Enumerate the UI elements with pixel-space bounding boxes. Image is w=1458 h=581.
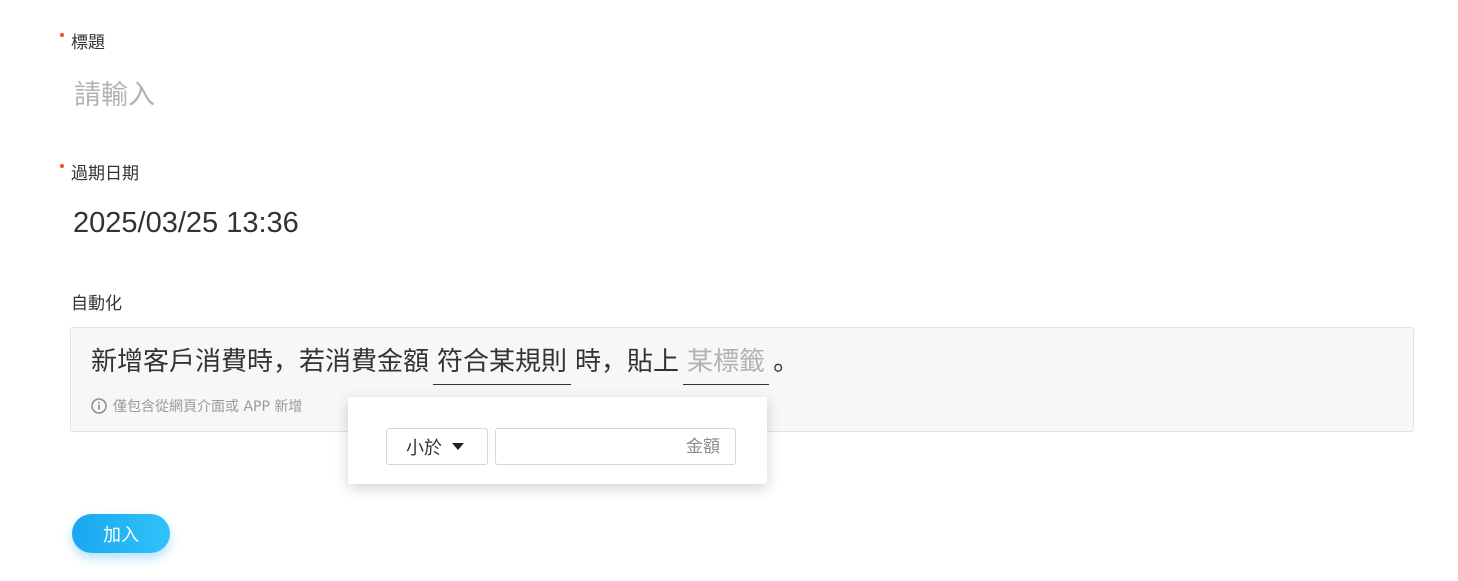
automation-sentence: 新增客戶消費時，若消費金額 符合某規則 時，貼上 某標籤。 (91, 346, 799, 385)
expiry-date-field[interactable]: 2025/03/25 13:36 (73, 209, 299, 238)
required-indicator (60, 164, 64, 168)
title-input[interactable] (74, 76, 674, 114)
tag-picker[interactable]: 某標籤 (683, 346, 770, 385)
rule-picker[interactable]: 符合某規則 (433, 346, 572, 385)
coupon-form: 標題 過期日期 2025/03/25 13:36 自動化 新增客戶消費時，若消費… (0, 0, 1458, 581)
add-button[interactable]: 加入 (72, 514, 170, 553)
title-label: 標題 (71, 33, 105, 53)
expiry-date-label: 過期日期 (71, 164, 139, 184)
automation-sentence-middle: 時，貼上 (575, 347, 680, 377)
automation-note: 僅包含從網頁介面或 APP 新增 (91, 396, 302, 416)
caret-down-icon (452, 443, 464, 450)
amount-input[interactable] (495, 428, 736, 465)
automation-note-text: 僅包含從網頁介面或 APP 新增 (113, 399, 303, 415)
rule-popover: 小於 (348, 397, 767, 484)
automation-label: 自動化 (71, 294, 122, 314)
required-indicator (60, 33, 64, 37)
info-icon (91, 398, 107, 414)
automation-sentence-end: 。 (773, 347, 800, 377)
operator-select[interactable]: 小於 (386, 428, 488, 465)
operator-select-value: 小於 (406, 437, 442, 459)
automation-sentence-prefix: 新增客戶消費時，若消費金額 (91, 347, 430, 377)
